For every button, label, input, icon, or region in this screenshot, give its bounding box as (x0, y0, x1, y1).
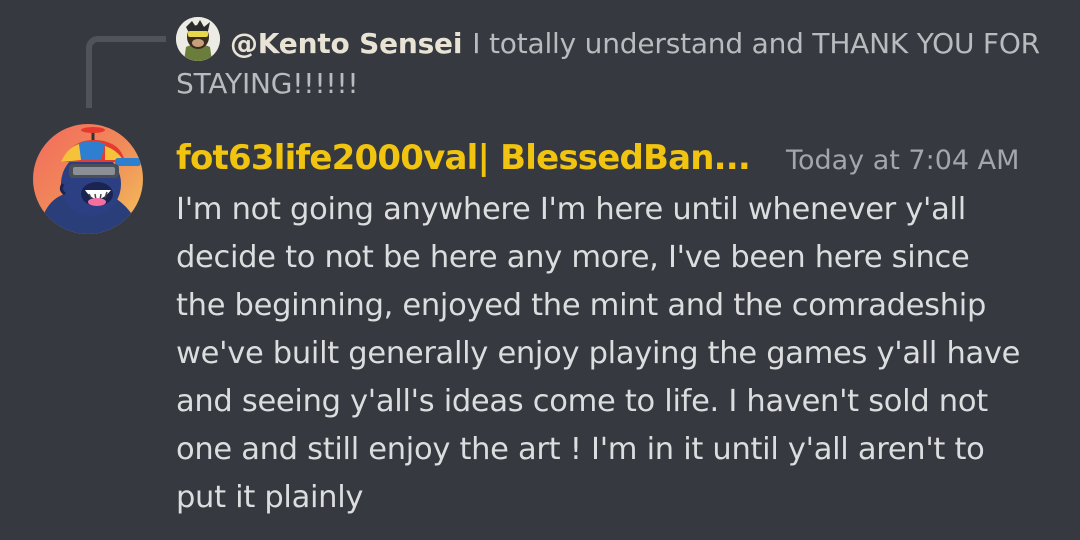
message-line: and seeing y'all's ideas come to life. I… (176, 384, 988, 419)
message-header: fot63life2000val| BlessedBan... Today at … (176, 133, 1019, 183)
message-line: one and still enjoy the art ! I'm in it … (176, 432, 985, 467)
message-line: the beginning, enjoyed the mint and the … (176, 288, 987, 323)
message-timestamp[interactable]: Today at 7:04 AM (786, 145, 1019, 176)
message-content: I'm not going anywhere I'm here until wh… (176, 186, 1056, 522)
message-line: we've built generally enjoy playing the … (176, 336, 1021, 371)
message-author-avatar[interactable] (33, 124, 143, 234)
message-line: put it plainly (176, 480, 364, 515)
message-line: decide to not be here any more, I've bee… (176, 240, 970, 275)
message-author-name[interactable]: fot63life2000val| BlessedBan... (176, 138, 751, 178)
message-line: I'm not going anywhere I'm here until wh… (176, 192, 966, 227)
reply-author-avatar[interactable] (176, 17, 220, 61)
reply-connector-line (86, 36, 166, 108)
reply-author-name[interactable]: @Kento Sensei (230, 27, 462, 60)
reply-preview[interactable]: @Kento Sensei I totally understand and TH… (176, 17, 1056, 104)
